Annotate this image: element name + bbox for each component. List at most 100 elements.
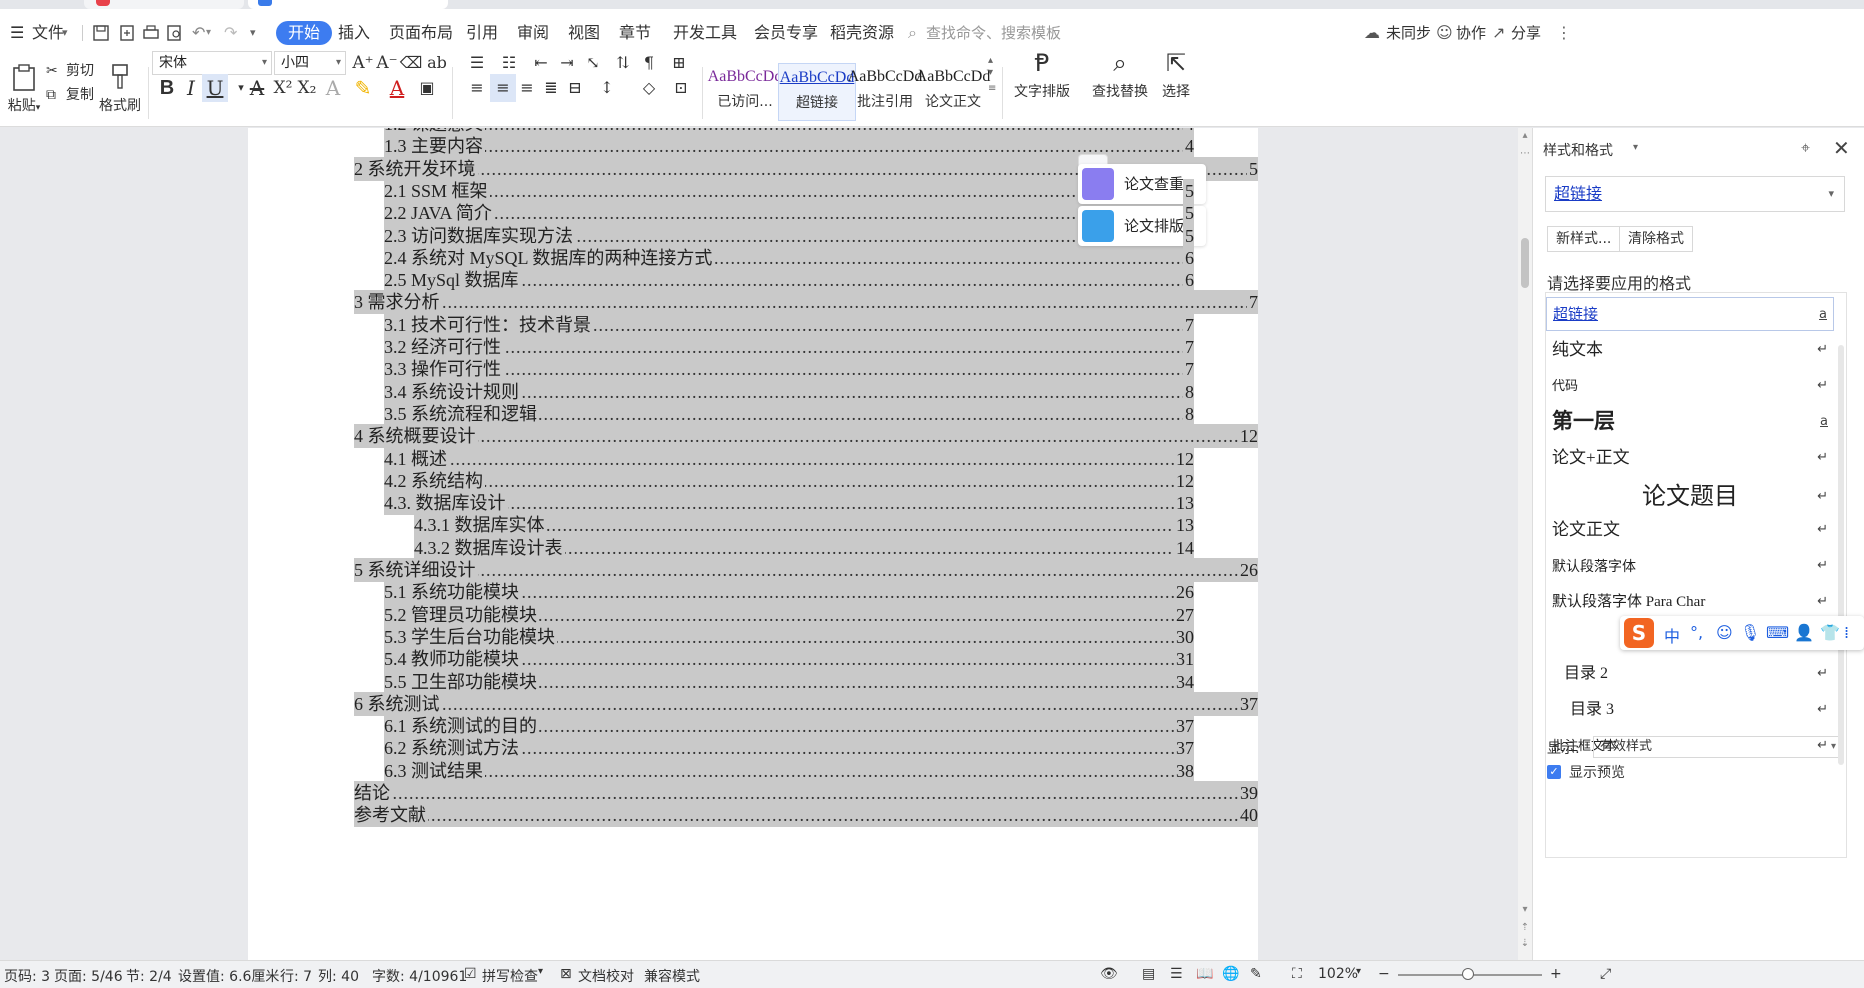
undo-icon[interactable]: ↶	[192, 21, 205, 45]
toc-entry[interactable]: ........................................…	[384, 245, 1194, 270]
tab-developer[interactable]: 开发工具	[673, 21, 737, 45]
toolbox-icon[interactable]: ⁞	[1844, 623, 1849, 642]
clear-format-button[interactable]: 清除格式	[1619, 226, 1693, 252]
toc-entry[interactable]: ........................................…	[384, 758, 1194, 783]
sync-status[interactable]: 未同步	[1386, 21, 1431, 45]
toc-entry[interactable]: ........................................…	[384, 714, 1194, 739]
print-icon[interactable]	[142, 24, 160, 48]
tab-docer-resources[interactable]: 稻壳资源	[830, 21, 894, 45]
toc-entry[interactable]: ........................................…	[354, 424, 1258, 449]
status-row[interactable]: 行: 7	[280, 966, 312, 986]
format-painter-button[interactable]: 格式刷	[98, 63, 142, 115]
punctuation-icon[interactable]: °,	[1690, 623, 1703, 642]
style-list-item[interactable]: 代码 ↵	[1546, 369, 1834, 403]
status-pages[interactable]: 页面: 5/46	[54, 966, 123, 986]
font-size-select[interactable]: 小四 ▾	[274, 51, 346, 75]
style-list-item[interactable]: 纯文本 ↵	[1546, 333, 1834, 367]
toc-entry[interactable]: ........................................…	[384, 468, 1194, 493]
document-tab[interactable]	[84, 0, 244, 9]
toc-entry[interactable]: ........................................…	[384, 178, 1194, 203]
numbered-list-icon[interactable]: ☷	[496, 49, 522, 77]
style-list-item[interactable]: 默认段落字体 Para Char ↵	[1546, 585, 1834, 619]
toc-entry[interactable]: ........................................…	[354, 691, 1258, 716]
chevron-down-icon[interactable]: ▾	[1633, 142, 1638, 153]
style-list-item[interactable]: 目录 2 ↵	[1546, 657, 1834, 691]
pen-icon[interactable]: ✎	[1250, 966, 1262, 982]
style-list-item[interactable]: 超链接 a	[1546, 297, 1834, 331]
find-replace-button[interactable]: ⌕ 查找替换	[1088, 49, 1152, 101]
font-color-button[interactable]: A	[384, 74, 410, 102]
toc-entry[interactable]: ........................................…	[384, 401, 1194, 426]
show-marks-icon[interactable]: ¶	[636, 49, 662, 77]
style-comment-ref[interactable]: AaBbCcDd 批注引用	[846, 63, 924, 121]
chevron-down-icon[interactable]: ▾	[206, 21, 211, 45]
text-layout-button[interactable]: Ᵽ 文字排版	[1010, 49, 1074, 101]
tab-page-layout[interactable]: 页面布局	[389, 21, 453, 45]
export-icon[interactable]	[118, 24, 136, 48]
toc-entry[interactable]: ........................................…	[354, 558, 1258, 582]
page-view-icon[interactable]: ▤	[1142, 966, 1155, 982]
toc-entry[interactable]: ........................................…	[354, 803, 1258, 828]
status-setting[interactable]: 设置值: 6.6厘米	[178, 966, 279, 986]
style-list-scrollbar[interactable]	[1838, 345, 1844, 765]
scroll-thumb[interactable]	[1521, 238, 1529, 288]
toc-entry[interactable]: ........................................…	[384, 602, 1194, 627]
user-icon[interactable]: 👤	[1794, 623, 1814, 642]
distribute-icon[interactable]: ⊟	[562, 74, 588, 102]
superscript-button[interactable]: X²	[270, 74, 296, 102]
document-tab-active[interactable]	[248, 0, 448, 9]
tab-chapter[interactable]: 章节	[619, 21, 651, 45]
char-border-button[interactable]: ▣	[414, 74, 440, 102]
chevron-down-icon[interactable]: ▾	[36, 103, 41, 113]
status-word-count[interactable]: 字数: 4/10961	[372, 966, 467, 986]
read-view-icon[interactable]: 📖	[1196, 966, 1213, 982]
current-style-select[interactable]: 超链接 ▾	[1545, 176, 1845, 212]
bullet-list-icon[interactable]: ☰	[464, 49, 490, 77]
align-center-icon[interactable]: ≡	[490, 74, 516, 102]
style-list-item[interactable]: 论文题目 ↵	[1546, 477, 1834, 517]
strikethrough-button[interactable]: A	[244, 74, 270, 102]
command-search[interactable]: 查找命令、搜索模板	[926, 21, 1061, 45]
toc-entry[interactable]: ........................................…	[384, 201, 1194, 226]
toc-entry[interactable]: ........................................…	[384, 312, 1194, 337]
toc-entry[interactable]: ........................................…	[414, 535, 1194, 560]
align-left-icon[interactable]: ≡	[464, 74, 490, 102]
chevron-down-icon[interactable]: ▾	[250, 21, 256, 45]
new-style-button[interactable]: 新样式...	[1547, 226, 1621, 252]
save-icon[interactable]	[92, 24, 110, 48]
table-icon[interactable]: ⊞	[666, 49, 692, 77]
toc-entry[interactable]: ........................................…	[384, 335, 1194, 359]
document-scrollbar[interactable]: ▴ ⋯ ▾ ⇡ ⇣	[1518, 128, 1532, 960]
toc-entry[interactable]: ........................................…	[384, 669, 1194, 694]
style-paper-body[interactable]: AaBbCcDd 论文正文	[914, 63, 992, 121]
chevron-down-icon[interactable]: ▾	[538, 966, 543, 977]
status-col[interactable]: 列: 40	[318, 966, 359, 986]
chevron-down-icon[interactable]: ▾	[62, 21, 68, 45]
tab-references[interactable]: 引用	[466, 21, 498, 45]
toc-entry[interactable]: ........................................…	[384, 379, 1194, 404]
emoji-icon[interactable]: ☺	[1716, 623, 1733, 642]
toc-entry[interactable]: ........................................…	[354, 781, 1258, 805]
grow-font-icon[interactable]: A⁺	[350, 49, 376, 77]
justify-icon[interactable]: ≣	[538, 74, 564, 102]
phonetic-icon[interactable]: ab	[424, 49, 450, 77]
outline-view-icon[interactable]: ☰	[1170, 966, 1183, 982]
status-section[interactable]: 节: 2/4	[126, 966, 172, 986]
skin-icon[interactable]: 👕	[1820, 623, 1840, 642]
menu-icon[interactable]: ☰	[10, 21, 24, 45]
style-hyperlink[interactable]: AaBbCcDd 超链接	[778, 63, 856, 121]
zoom-level[interactable]: 102%	[1318, 966, 1358, 982]
chinese-layout-icon[interactable]: ⤡	[580, 49, 606, 77]
zoom-out-icon[interactable]: −	[1378, 966, 1390, 982]
style-list-item[interactable]: 目录 3 ↵	[1546, 693, 1834, 727]
voice-icon[interactable]: 🎙	[1740, 623, 1760, 642]
spellcheck-button[interactable]: 拼写检查	[482, 966, 538, 986]
toc-entry[interactable]: ........................................…	[384, 446, 1194, 471]
prev-page-icon[interactable]: ⇡	[1518, 922, 1532, 933]
shading-icon[interactable]: ◇	[636, 74, 662, 102]
close-icon[interactable]: ✕	[1833, 136, 1850, 160]
toc-entry[interactable]: ........................................…	[354, 290, 1258, 315]
clear-format-icon[interactable]: ⌫	[398, 49, 424, 77]
underline-button[interactable]: U	[202, 74, 228, 102]
collab-button[interactable]: 协作	[1456, 21, 1486, 45]
